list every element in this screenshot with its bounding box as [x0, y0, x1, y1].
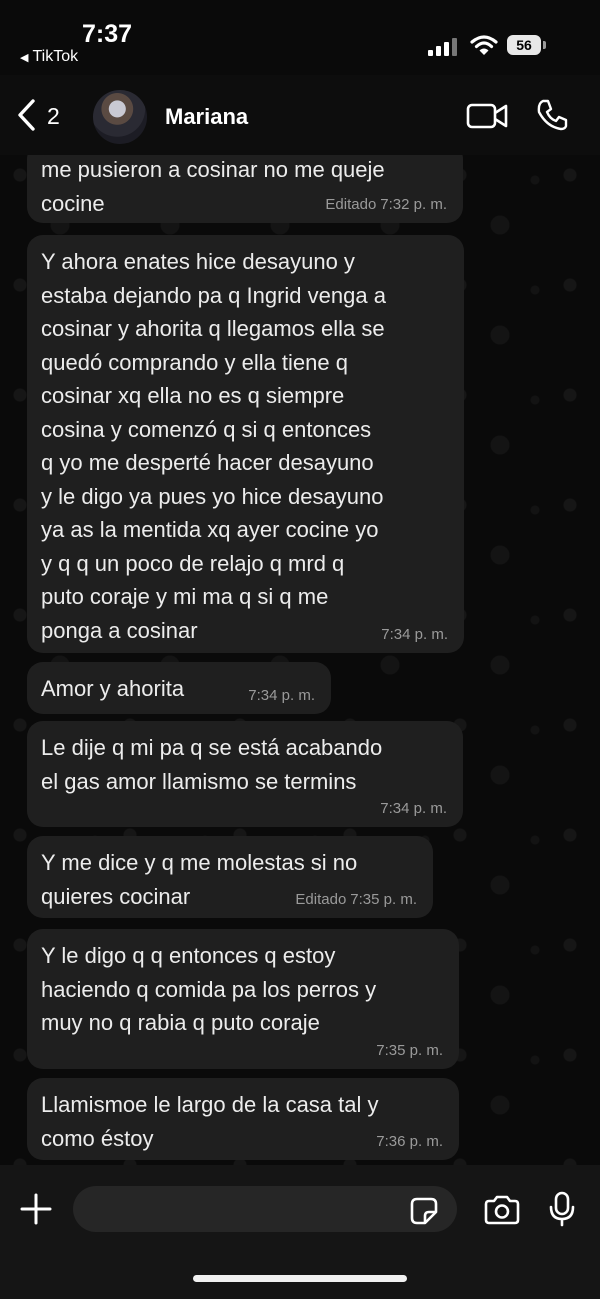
- message-meta: 7:35 p. m.: [376, 1042, 443, 1059]
- message-bubble[interactable]: Le dije q mi pa q se está acabando el ga…: [27, 721, 463, 827]
- contact-name[interactable]: Mariana: [165, 104, 248, 130]
- camera-icon[interactable]: [483, 1195, 521, 1225]
- message-composer: [0, 1165, 600, 1299]
- message-bubble[interactable]: me pusieron a cosinar no me queje cocine…: [27, 155, 463, 223]
- message-time: 7:34 p. m.: [248, 687, 315, 704]
- message-time: 7:35 p. m.: [350, 891, 417, 908]
- message-list[interactable]: me pusieron a cosinar no me queje cocine…: [0, 155, 600, 1165]
- message-text: Y ahora enates hice desayuno y estaba de…: [41, 249, 386, 643]
- unread-count[interactable]: 2: [47, 103, 60, 130]
- back-triangle-icon: ◀: [20, 52, 29, 64]
- edited-label: Editado: [295, 891, 347, 908]
- battery-tip: [543, 41, 546, 49]
- message-meta: 7:36 p. m.: [376, 1133, 443, 1150]
- video-camera-icon[interactable]: [466, 102, 508, 130]
- cellular-signal-icon: [428, 38, 462, 56]
- avatar[interactable]: [93, 90, 147, 144]
- message-time: 7:36 p. m.: [376, 1133, 443, 1150]
- edited-label: Editado: [325, 196, 377, 213]
- battery-indicator: 56: [507, 35, 541, 55]
- chat-header: 2 Mariana: [0, 75, 600, 155]
- plus-icon[interactable]: [18, 1191, 54, 1227]
- status-bar: 7:37 ◀ TikTok 56: [0, 0, 600, 75]
- message-bubble[interactable]: Y me dice y q me molestas si no quieres …: [27, 836, 433, 918]
- message-time: 7:34 p. m.: [380, 800, 447, 817]
- wifi-icon: [470, 35, 498, 55]
- message-bubble[interactable]: Llamismoe le largo de la casa tal y como…: [27, 1078, 459, 1160]
- message-bubble[interactable]: Amor y ahorita 7:34 p. m.: [27, 662, 331, 714]
- message-time: 7:32 p. m.: [380, 196, 447, 213]
- message-meta: Editado 7:35 p. m.: [295, 891, 417, 908]
- message-bubble[interactable]: Y ahora enates hice desayuno y estaba de…: [27, 235, 464, 653]
- back-to-app-link[interactable]: ◀ TikTok: [20, 48, 78, 66]
- message-meta: 7:34 p. m.: [248, 687, 315, 704]
- message-time: 7:35 p. m.: [376, 1042, 443, 1059]
- back-app-label: TikTok: [32, 48, 79, 65]
- phone-icon[interactable]: [535, 98, 569, 132]
- message-time: 7:34 p. m.: [381, 626, 448, 643]
- chevron-left-icon[interactable]: [14, 97, 38, 133]
- message-meta: 7:34 p. m.: [380, 800, 447, 817]
- message-meta: 7:34 p. m.: [381, 626, 448, 643]
- message-text: Y le digo q q entonces q estoy haciendo …: [41, 943, 377, 1035]
- microphone-icon[interactable]: [548, 1191, 576, 1227]
- message-input[interactable]: [73, 1186, 457, 1232]
- message-bubble[interactable]: Y le digo q q entonces q estoy haciendo …: [27, 929, 459, 1069]
- message-text: Le dije q mi pa q se está acabando el ga…: [41, 735, 383, 794]
- status-time: 7:37: [82, 20, 133, 48]
- sticker-icon[interactable]: [409, 1196, 439, 1226]
- message-meta: Editado 7:32 p. m.: [325, 196, 447, 213]
- home-indicator: [193, 1275, 407, 1282]
